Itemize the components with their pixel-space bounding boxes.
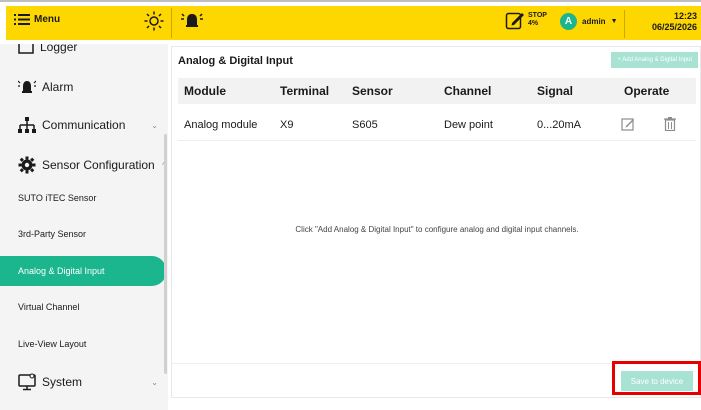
- top-border: [0, 0, 701, 2]
- sidebar-item-label: Logger: [40, 44, 78, 54]
- stop-value: 4%: [528, 20, 539, 27]
- top-bar: Menu STOP 4% A admin ▼ 12:23 06/25/2026: [0, 0, 701, 44]
- sidebar-item-label: Sensor Configuration: [42, 158, 155, 172]
- clock-date: 06/25/2026: [651, 22, 697, 32]
- sidebar-item-virtual-channel[interactable]: Virtual Channel: [0, 292, 168, 322]
- sun-icon[interactable]: [144, 11, 164, 31]
- menu-icon: [14, 14, 30, 25]
- sidebar-item-label: Communication: [42, 118, 126, 132]
- edit-note-icon: [505, 12, 524, 30]
- sidebar-item-suto-itec-sensor[interactable]: SUTO iTEC Sensor: [0, 183, 168, 213]
- clock-time: 12:23: [673, 11, 697, 21]
- empty-hint: Click "Add Analog & Digital Input" to co…: [295, 225, 579, 234]
- chevron-down-icon: ⌄: [151, 377, 158, 387]
- table-header: Module Terminal Sensor Channel Signal Op…: [178, 78, 696, 104]
- logger-icon: [18, 44, 34, 54]
- page-title: Analog & Digital Input: [178, 55, 293, 67]
- column-header: Operate: [624, 84, 670, 98]
- avatar: A: [560, 13, 577, 30]
- clock: 12:23 06/25/2026: [652, 11, 697, 33]
- sidebar-item-label: Analog & Digital Input: [18, 266, 105, 276]
- alarm-bell-icon[interactable]: [181, 10, 203, 32]
- column-header: Terminal: [280, 84, 330, 98]
- user-menu[interactable]: A admin ▼: [560, 13, 618, 30]
- stop-label: STOP: [528, 12, 547, 19]
- sidebar-item-label: Live-View Layout: [18, 339, 87, 349]
- trash-icon[interactable]: [663, 117, 677, 131]
- cell-module: Analog module: [184, 118, 258, 131]
- sidebar-item-label: System: [42, 375, 83, 389]
- sidebar-item-label: SUTO iTEC Sensor: [18, 193, 97, 203]
- sidebar-item-logger[interactable]: Logger: [0, 44, 168, 64]
- sidebar-item-system[interactable]: System ⌄: [0, 365, 168, 399]
- highlight-box: [612, 361, 701, 395]
- column-header: Signal: [537, 84, 574, 98]
- network-icon: [18, 117, 36, 133]
- header-divider-2: [624, 10, 625, 38]
- sidebar-item-analog-digital-input[interactable]: Analog & Digital Input: [0, 256, 166, 286]
- cell-sensor: S605: [352, 118, 378, 131]
- menu-button[interactable]: Menu: [14, 14, 60, 25]
- main-panel: Analog & Digital Input + Add Analog & Di…: [171, 46, 701, 398]
- column-header: Channel: [444, 84, 492, 98]
- sidebar-item-communication[interactable]: Communication ⌄: [0, 108, 168, 142]
- menu-label: Menu: [34, 14, 61, 25]
- logger-status[interactable]: STOP 4%: [505, 10, 547, 30]
- header-divider: [171, 8, 172, 38]
- sidebar-item-label: Alarm: [42, 80, 74, 94]
- edit-icon[interactable]: [621, 117, 635, 131]
- column-header: Sensor: [352, 84, 393, 98]
- sidebar-item-alarm[interactable]: Alarm: [0, 70, 168, 104]
- sidebar: Logger Alarm Communication ⌄ Sensor Conf…: [0, 44, 168, 410]
- sidebar-item-sensor-configuration[interactable]: Sensor Configuration ^: [0, 148, 168, 182]
- sidebar-item-label: Virtual Channel: [18, 302, 80, 312]
- column-header: Module: [184, 84, 226, 98]
- cell-terminal: X9: [280, 118, 294, 131]
- sidebar-item-3rd-party-sensor[interactable]: 3rd-Party Sensor: [0, 219, 168, 249]
- user-name: admin: [582, 17, 606, 26]
- cell-signal: 0...20mA: [537, 118, 582, 131]
- sidebar-item-live-view-layout[interactable]: Live-View Layout: [0, 329, 168, 359]
- add-input-button[interactable]: + Add Analog & Digital Input: [611, 52, 698, 68]
- monitor-icon: [18, 373, 36, 391]
- cell-channel: Dew point: [444, 118, 493, 131]
- table-row: Analog module X9 S605 Dew point 0...20mA: [178, 109, 696, 141]
- chevron-down-icon: ⌄: [151, 120, 158, 130]
- sidebar-item-label: 3rd-Party Sensor: [18, 229, 87, 239]
- alarm-icon: [18, 80, 36, 93]
- gear-icon: [18, 156, 36, 174]
- chevron-down-icon: ▼: [610, 18, 618, 25]
- sidebar-scrollbar[interactable]: [164, 134, 167, 374]
